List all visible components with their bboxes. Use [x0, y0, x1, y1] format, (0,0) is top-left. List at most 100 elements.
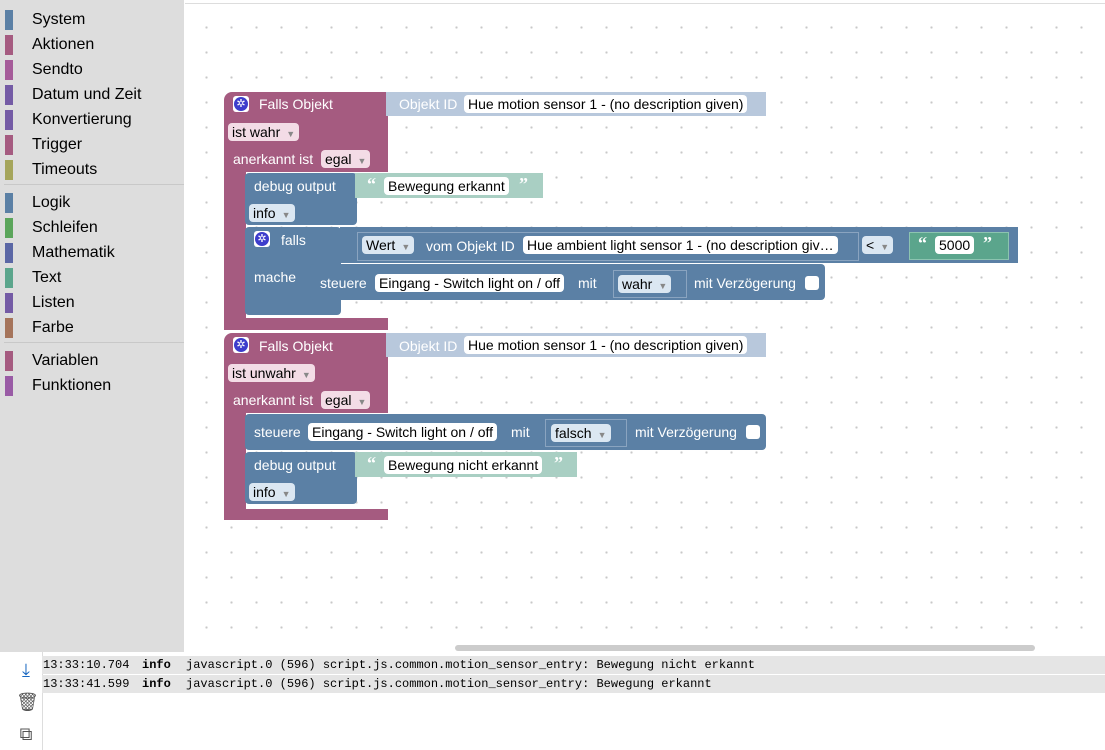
- control-mit-label: mit: [578, 275, 597, 291]
- category-label: Aktionen: [32, 36, 95, 53]
- category-aktionen[interactable]: Aktionen: [0, 35, 184, 57]
- get-value-object-id[interactable]: Hue ambient light sensor 1 - (no descrip…: [523, 236, 838, 254]
- close-quote-icon: ”: [519, 174, 528, 194]
- category-label: Mathematik: [32, 244, 115, 261]
- category-label: System: [32, 11, 86, 28]
- toolbox-separator: [4, 184, 184, 185]
- condition-value: ist wahr: [232, 124, 281, 140]
- dropdown-arrow-icon: ▼: [658, 281, 668, 291]
- category-color-bar: [5, 268, 13, 288]
- dropdown-arrow-icon: ▼: [301, 370, 311, 380]
- condition-dropdown[interactable]: ist unwahr ▼: [228, 364, 315, 382]
- category-konvertierung[interactable]: Konvertierung: [0, 110, 184, 132]
- category-color-bar: [5, 35, 13, 55]
- category-label: Variablen: [32, 352, 99, 369]
- category-label: Text: [32, 269, 62, 286]
- debug-level-dropdown[interactable]: info ▼: [249, 483, 295, 501]
- debug-level-value: info: [253, 205, 276, 221]
- control-target[interactable]: Eingang - Switch light on / off: [375, 274, 565, 292]
- dropdown-arrow-icon: ▼: [357, 397, 367, 407]
- boolean-value: falsch: [555, 425, 592, 441]
- debug-text-field[interactable]: Bewegung erkannt: [384, 177, 509, 195]
- category-label: Trigger: [32, 136, 83, 153]
- log-message: javascript.0 (596) script.js.common.moti…: [186, 658, 755, 672]
- category-color-bar: [5, 376, 13, 396]
- category-variablen[interactable]: Variablen: [0, 351, 184, 373]
- category-listen[interactable]: Listen: [0, 293, 184, 315]
- category-farbe[interactable]: Farbe: [0, 318, 184, 340]
- log-toolbar: ⤓ 🗑 ⧉: [4, 652, 43, 750]
- category-label: Konvertierung: [32, 111, 132, 128]
- if-mutator-gear-icon[interactable]: ✲: [254, 231, 270, 247]
- category-color-bar: [5, 60, 13, 80]
- log-row: 13:33:10.704 info javascript.0 (596) scr…: [42, 656, 1105, 674]
- category-color-bar: [5, 10, 13, 30]
- delay-checkbox[interactable]: [805, 276, 819, 290]
- category-system[interactable]: System: [0, 10, 184, 32]
- object-id-value[interactable]: Hue motion sensor 1 - (no description gi…: [464, 95, 748, 113]
- copy-icon[interactable]: ⧉: [16, 724, 36, 744]
- control-label: steuere: [254, 424, 301, 440]
- delete-icon[interactable]: 🗑: [16, 692, 39, 712]
- dropdown-arrow-icon: ▼: [281, 210, 291, 220]
- mutator-gear-icon[interactable]: ✲: [233, 96, 249, 112]
- mutator-gear-icon[interactable]: ✲: [233, 337, 249, 353]
- ack-dropdown[interactable]: egal ▼: [321, 391, 371, 409]
- category-label: Logik: [32, 194, 71, 211]
- vom-objekt-label: vom Objekt ID: [426, 238, 515, 254]
- dropdown-arrow-icon: ▼: [880, 242, 890, 252]
- open-quote-icon: “: [367, 174, 376, 194]
- category-datum-und-zeit[interactable]: Datum und Zeit: [0, 85, 184, 107]
- horizontal-scrollbar[interactable]: [455, 645, 1035, 651]
- dropdown-arrow-icon: ▼: [286, 129, 296, 139]
- control-label: steuere: [320, 275, 367, 291]
- category-text[interactable]: Text: [0, 268, 184, 290]
- category-color-bar: [5, 218, 13, 238]
- log-level: info: [142, 658, 171, 672]
- category-label: Schleifen: [32, 219, 98, 236]
- ack-label: anerkannt ist: [233, 151, 314, 167]
- toolbox-separator: [4, 342, 184, 343]
- falls-label: falls: [281, 232, 306, 248]
- object-id-label: Objekt ID: [399, 96, 458, 112]
- debug-output-label: debug output: [254, 178, 336, 194]
- category-trigger[interactable]: Trigger: [0, 135, 184, 157]
- object-id-label: Objekt ID: [399, 338, 458, 354]
- condition-dropdown[interactable]: ist wahr ▼: [228, 123, 300, 141]
- debug-text-field[interactable]: Bewegung nicht erkannt: [384, 456, 543, 474]
- mache-label: mache: [254, 269, 297, 285]
- category-color-bar: [5, 318, 13, 338]
- control-target[interactable]: Eingang - Switch light on / off: [308, 423, 498, 441]
- boolean-dropdown[interactable]: falsch ▼: [551, 424, 611, 442]
- category-color-bar: [5, 85, 13, 105]
- download-icon[interactable]: ⤓: [16, 660, 36, 680]
- operator-dropdown[interactable]: < ▼: [862, 236, 894, 254]
- ack-dropdown[interactable]: egal ▼: [321, 150, 371, 168]
- ack-value: egal: [325, 392, 352, 408]
- wert-value: Wert: [366, 237, 396, 253]
- trigger-header-label: Falls Objekt: [259, 338, 333, 354]
- category-mathematik[interactable]: Mathematik: [0, 243, 184, 265]
- category-schleifen[interactable]: Schleifen: [0, 218, 184, 240]
- object-id-value[interactable]: Hue motion sensor 1 - (no description gi…: [464, 336, 748, 354]
- category-color-bar: [5, 293, 13, 313]
- trigger-block-footer: [224, 318, 388, 330]
- category-funktionen[interactable]: Funktionen: [0, 376, 184, 398]
- wert-dropdown[interactable]: Wert ▼: [362, 236, 415, 254]
- operator-value: <: [866, 237, 875, 253]
- category-label: Farbe: [32, 319, 74, 336]
- trigger-block-spine: [224, 413, 246, 513]
- number-field[interactable]: 5000: [935, 236, 975, 254]
- delay-checkbox[interactable]: [746, 425, 760, 439]
- category-color-bar: [5, 193, 13, 213]
- category-color-bar: [5, 135, 13, 155]
- boolean-dropdown[interactable]: wahr ▼: [618, 275, 672, 293]
- category-sendto[interactable]: Sendto: [0, 60, 184, 82]
- trigger-header-label: Falls Objekt: [259, 96, 333, 112]
- debug-level-dropdown[interactable]: info ▼: [249, 204, 295, 222]
- close-quote-icon: ”: [554, 453, 563, 473]
- category-logik[interactable]: Logik: [0, 193, 184, 215]
- debug-output-label: debug output: [254, 457, 336, 473]
- category-timeouts[interactable]: Timeouts: [0, 160, 184, 182]
- category-color-bar: [5, 110, 13, 130]
